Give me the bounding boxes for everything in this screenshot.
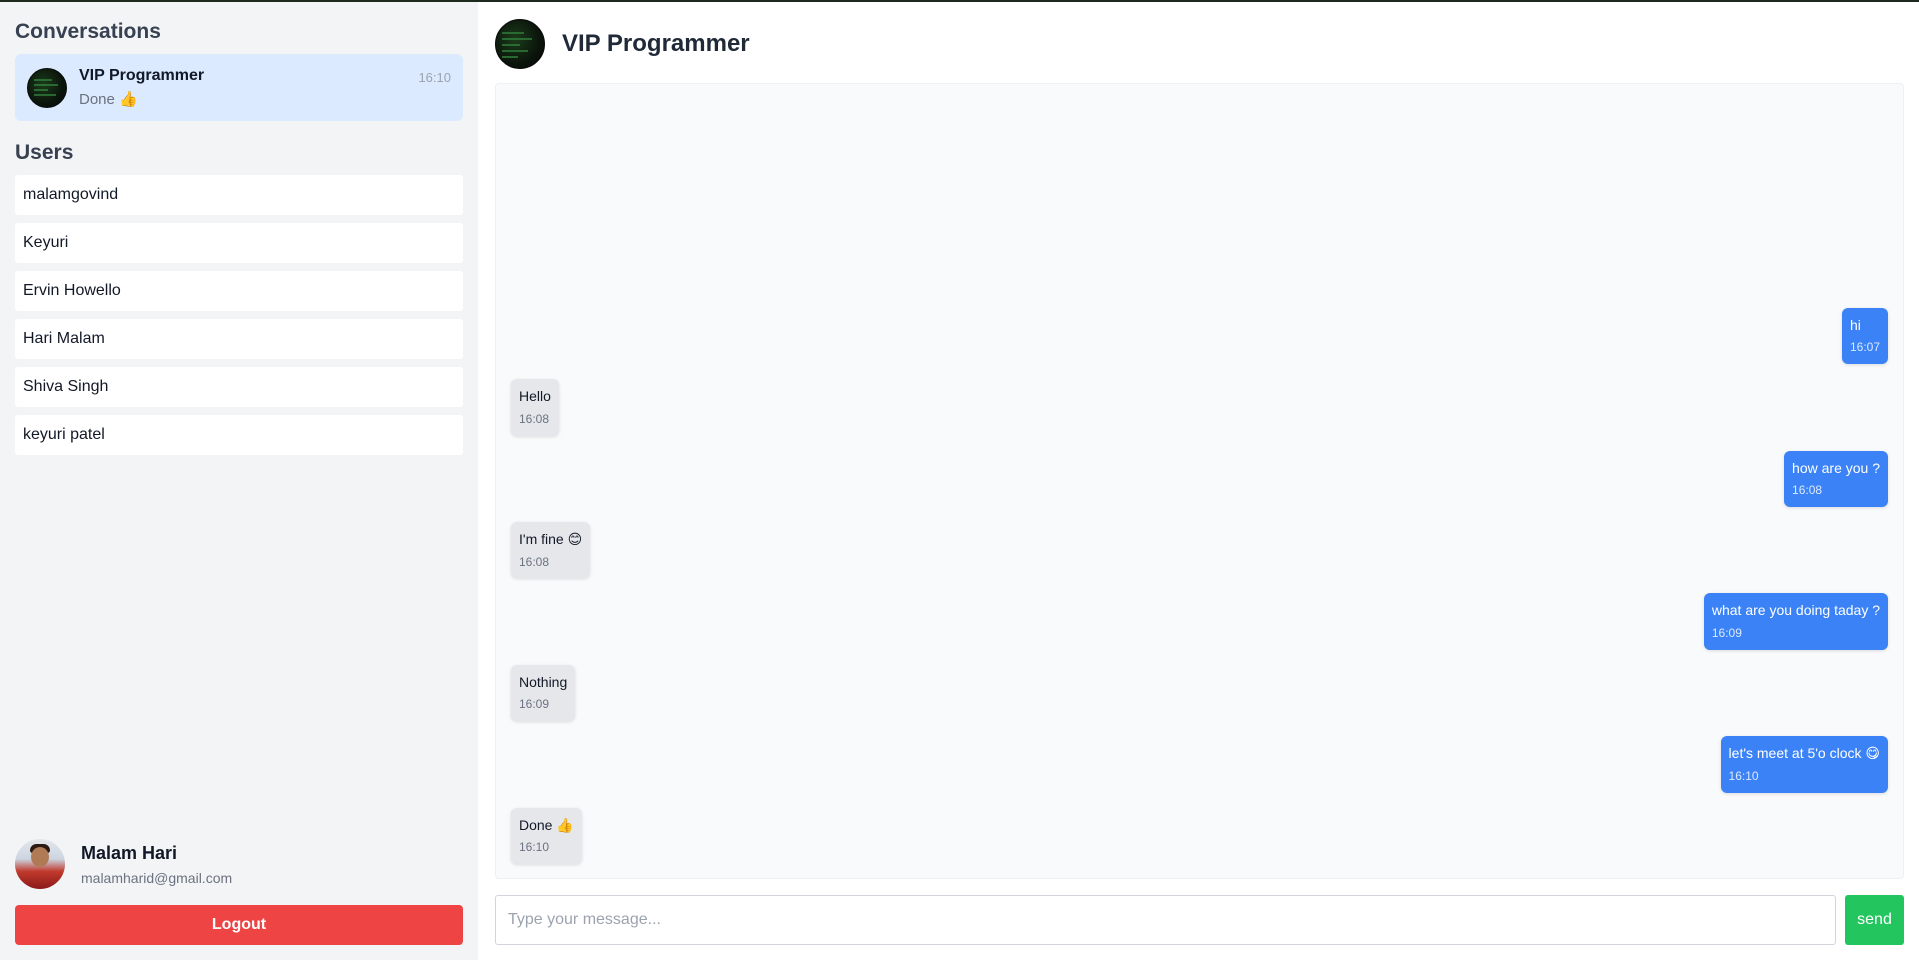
message-input[interactable] xyxy=(495,895,1836,945)
message-text: hi xyxy=(1849,316,1861,333)
profile-avatar xyxy=(15,839,65,889)
conversation-last-message: Done 👍 xyxy=(79,91,138,108)
users-title: Users xyxy=(15,141,74,164)
message-sent: hi 16:07 xyxy=(1841,307,1888,365)
message-time: 16:10 xyxy=(1728,768,1759,783)
message-received: Hello 16:08 xyxy=(511,379,559,436)
message-time: 16:07 xyxy=(1849,340,1880,355)
message-text: Done 👍 xyxy=(519,816,574,833)
conversations-title: Conversations xyxy=(15,20,161,43)
user-item[interactable]: malamgovind xyxy=(15,175,463,215)
message-sent: how are you ? 16:08 xyxy=(1784,450,1888,508)
send-button[interactable]: send xyxy=(1845,895,1904,945)
profile-name: Malam Hari xyxy=(81,842,178,863)
conversation-time: 16:10 xyxy=(418,70,451,85)
message-list[interactable]: hi 16:07 Hello 16:08 how are you ? 16:08… xyxy=(495,83,1904,879)
message-sent: let's meet at 5'o clock 😋 16:10 xyxy=(1720,736,1888,793)
message-text: Nothing xyxy=(519,673,568,690)
chat-app: Conversations VIP Programmer Done 👍 16:1… xyxy=(0,2,1919,960)
conversation-item-active[interactable]: VIP Programmer Done 👍 16:10 xyxy=(15,54,463,121)
chat-header-avatar xyxy=(495,19,545,69)
chat-panel: VIP Programmer hi 16:07 Hello 16:08 how … xyxy=(478,2,1919,960)
message-received: I'm fine 😊 16:08 xyxy=(511,522,591,579)
sidebar: Conversations VIP Programmer Done 👍 16:1… xyxy=(0,2,478,960)
message-composer: send xyxy=(495,895,1904,945)
message-time: 16:08 xyxy=(519,554,550,569)
chat-title: VIP Programmer xyxy=(562,30,750,57)
message-time: 16:08 xyxy=(1792,483,1823,498)
message-time: 16:10 xyxy=(519,840,550,855)
user-item[interactable]: Hari Malam xyxy=(15,319,463,359)
message-text: how are you ? xyxy=(1792,459,1880,476)
message-text: what are you doing taday ? xyxy=(1711,602,1880,619)
conversation-avatar xyxy=(27,67,67,108)
message-time: 16:08 xyxy=(519,411,550,426)
message-time: 16:09 xyxy=(519,697,550,712)
profile-email: malamharid@gmail.com xyxy=(81,869,233,886)
current-user-profile: Malam Hari malamharid@gmail.com xyxy=(15,839,463,889)
message-received: Nothing 16:09 xyxy=(511,664,576,722)
message-text: let's meet at 5'o clock 😋 xyxy=(1728,745,1880,762)
user-item[interactable]: keyuri patel xyxy=(15,415,463,455)
conversation-name: VIP Programmer xyxy=(79,67,205,84)
message-received: Done 👍 16:10 xyxy=(511,807,582,864)
user-item[interactable]: Shiva Singh xyxy=(15,367,463,407)
message-sent: what are you doing taday ? 16:09 xyxy=(1703,593,1888,650)
message-text: I'm fine 😊 xyxy=(519,531,583,548)
chat-header: VIP Programmer xyxy=(495,17,1904,71)
logout-button[interactable]: Logout xyxy=(15,905,463,945)
user-item[interactable]: Keyuri xyxy=(15,223,463,263)
profile-text: Malam Hari malamharid@gmail.com xyxy=(81,843,232,886)
message-time: 16:09 xyxy=(1711,626,1742,641)
conversation-text: VIP Programmer Done 👍 xyxy=(79,67,451,108)
message-text: Hello xyxy=(519,388,551,405)
user-item[interactable]: Ervin Howello xyxy=(15,271,463,311)
